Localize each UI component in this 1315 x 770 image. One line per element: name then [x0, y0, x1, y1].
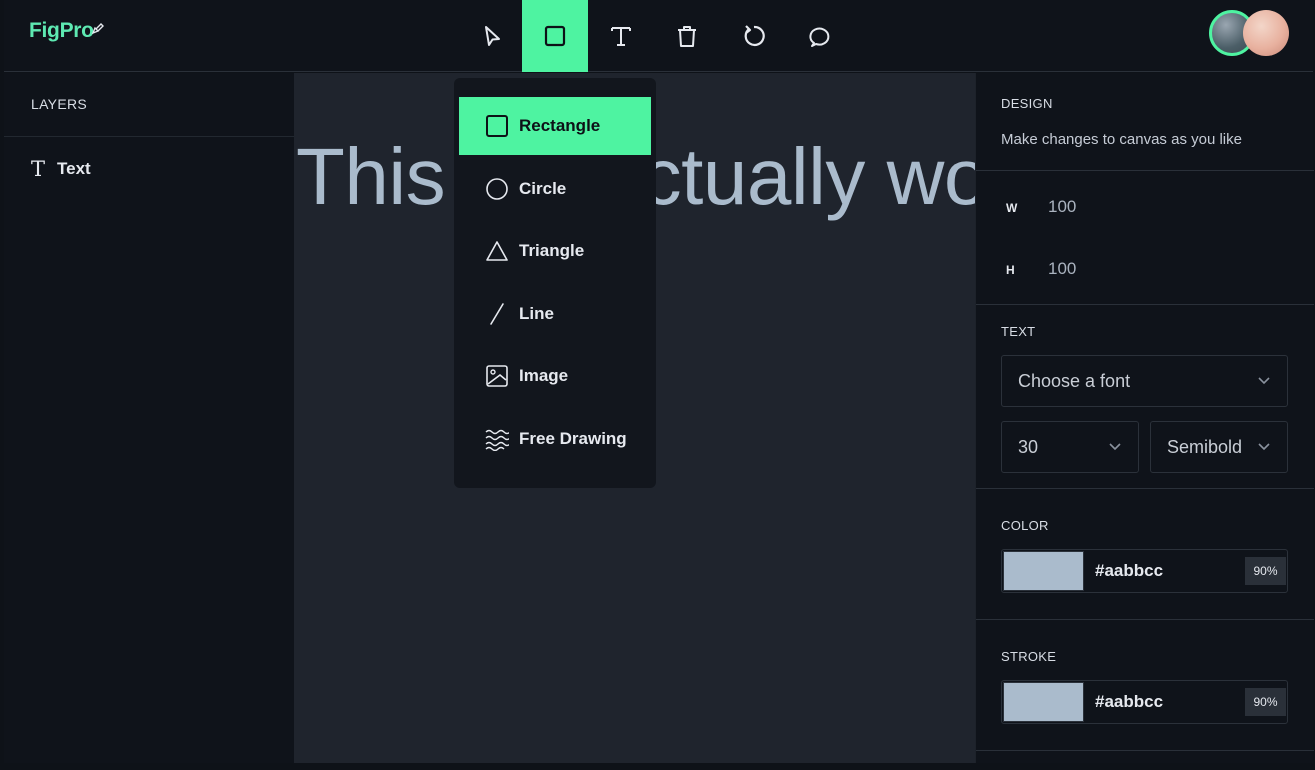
text-t-icon — [611, 27, 631, 46]
width-label: W — [1006, 201, 1018, 215]
color-title: COLOR — [1001, 518, 1049, 533]
color-swatch[interactable] — [1003, 551, 1084, 591]
chevron-down-icon — [1258, 377, 1270, 385]
select-tool-button[interactable] — [459, 0, 525, 72]
stroke-hex-value[interactable]: #aabbcc — [1095, 692, 1163, 712]
color-section: COLOR #aabbcc 90% — [976, 489, 1314, 620]
font-weight-select[interactable]: Semibold — [1150, 421, 1288, 473]
circle-icon — [486, 177, 508, 200]
triangle-icon — [486, 241, 508, 261]
stroke-swatch[interactable] — [1003, 682, 1084, 722]
text-layer-icon: T — [31, 157, 46, 181]
height-label: H — [1006, 263, 1015, 277]
layer-item-label: Text — [57, 159, 91, 178]
chevron-down-icon — [1258, 443, 1270, 451]
height-input[interactable]: 100 — [1048, 259, 1076, 279]
menu-item-label: Circle — [519, 178, 567, 198]
shapes-tool-button[interactable] — [522, 0, 588, 72]
shapes-dropdown-menu: Rectangle Circle Triangle Line Image Fre… — [454, 78, 656, 488]
font-size-value: 30 — [1018, 436, 1039, 457]
image-icon — [486, 365, 508, 387]
menu-item-image[interactable]: Image — [459, 347, 651, 405]
menu-item-free-drawing[interactable]: Free Drawing — [459, 410, 651, 468]
rotate-icon — [744, 25, 765, 47]
cursor-arrow-icon — [485, 26, 500, 46]
menu-item-circle[interactable]: Circle — [459, 160, 651, 218]
stroke-opacity[interactable]: 90% — [1245, 688, 1286, 716]
trash-icon — [678, 26, 696, 47]
menu-item-label: Image — [519, 366, 569, 385]
pen-nib-icon — [91, 23, 104, 35]
line-icon — [490, 302, 504, 325]
layers-title: LAYERS — [4, 73, 294, 137]
menu-item-label: Line — [519, 303, 554, 323]
reset-tool-button[interactable] — [721, 0, 787, 72]
color-opacity[interactable]: 90% — [1245, 557, 1286, 585]
design-subtitle: Make changes to canvas as you like — [1001, 131, 1242, 148]
menu-item-label: Free Drawing — [519, 428, 627, 448]
design-panel: DESIGN Make changes to canvas as you lik… — [975, 73, 1314, 763]
dimensions-section: W 100 H 100 — [976, 171, 1314, 305]
app-logo[interactable]: FigPro — [29, 19, 94, 43]
app-window: FigPro LAYERS T Text This actually wo Re… — [4, 0, 1314, 763]
delete-tool-button[interactable] — [654, 0, 720, 72]
design-section: DESIGN Make changes to canvas as you lik… — [976, 73, 1314, 171]
top-toolbar: FigPro — [4, 0, 1313, 72]
menu-item-label: Triangle — [519, 241, 585, 260]
rectangle-icon — [486, 115, 508, 137]
font-weight-value: Semibold — [1167, 436, 1243, 457]
stroke-section: STROKE #aabbcc 90% — [976, 620, 1314, 751]
font-family-value: Choose a font — [1018, 370, 1131, 391]
comments-tool-button[interactable] — [787, 0, 853, 72]
text-tool-button[interactable] — [588, 0, 654, 72]
active-users — [1209, 10, 1291, 58]
layer-item-text[interactable]: T Text — [31, 157, 91, 181]
free-drawing-icon — [485, 429, 509, 451]
menu-item-label: Rectangle — [519, 116, 601, 135]
comment-bubble-icon — [809, 27, 830, 47]
text-title: TEXT — [1001, 324, 1036, 339]
stroke-input[interactable]: #aabbcc 90% — [1001, 680, 1288, 724]
text-section: TEXT Choose a font 30 Semibold — [976, 305, 1314, 489]
color-hex-value[interactable]: #aabbcc — [1095, 561, 1163, 581]
font-size-select[interactable]: 30 — [1001, 421, 1139, 473]
stroke-title: STROKE — [1001, 649, 1057, 664]
width-input[interactable]: 100 — [1048, 197, 1076, 217]
square-icon — [544, 25, 566, 47]
menu-item-rectangle[interactable]: Rectangle — [459, 97, 651, 155]
avatar[interactable] — [1243, 10, 1289, 56]
color-input[interactable]: #aabbcc 90% — [1001, 549, 1288, 593]
chevron-down-icon — [1109, 443, 1121, 451]
font-family-select[interactable]: Choose a font — [1001, 355, 1288, 407]
design-title: DESIGN — [1001, 96, 1053, 111]
menu-item-triangle[interactable]: Triangle — [459, 222, 651, 280]
layers-panel: LAYERS T Text — [4, 73, 294, 763]
menu-item-line[interactable]: Line — [459, 285, 651, 343]
